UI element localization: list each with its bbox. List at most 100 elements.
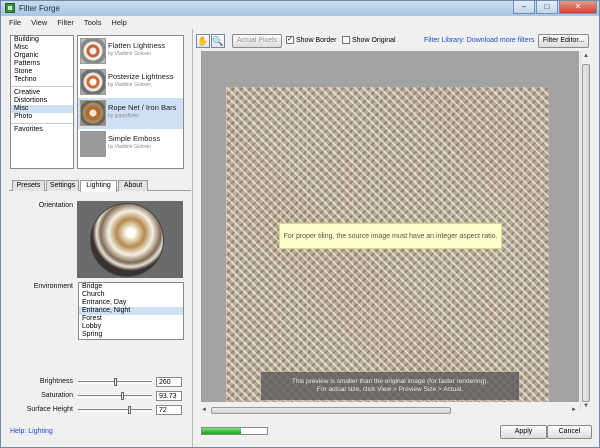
zoom-tool-icon[interactable]: 🔍 <box>211 34 225 48</box>
show-original-checkbox[interactable]: Show Original <box>342 36 396 44</box>
filter-editor-button[interactable]: Filter Editor... <box>538 34 589 48</box>
category-item-selected[interactable]: Misc <box>11 105 73 113</box>
saturation-slider-thumb[interactable] <box>121 392 124 400</box>
tab-settings[interactable]: Settings <box>46 180 79 191</box>
checkbox-box: ✓ <box>286 36 294 44</box>
tab-about[interactable]: About <box>118 180 148 191</box>
filter-author: by Vladimir Golovin <box>108 82 152 88</box>
horizontal-scrollbar[interactable]: ◄ ► <box>201 406 579 415</box>
window-controls: – □ ✕ <box>513 1 597 15</box>
category-divider <box>11 86 73 87</box>
brightness-slider-thumb[interactable] <box>114 378 117 386</box>
saturation-slider[interactable] <box>78 392 152 400</box>
close-button[interactable]: ✕ <box>559 1 597 14</box>
environment-item[interactable]: Bridge <box>79 283 183 291</box>
category-item[interactable]: Misc <box>11 44 73 52</box>
scroll-down-icon[interactable]: ▼ <box>583 403 589 409</box>
filter-library-link[interactable]: Filter Library: Download more filters <box>424 37 534 44</box>
category-item[interactable]: Photo <box>11 113 73 121</box>
tiling-tooltip: For proper tiling, the source image must… <box>279 223 502 249</box>
scroll-right-icon[interactable]: ► <box>571 407 577 413</box>
menu-filter[interactable]: Filter <box>57 16 74 29</box>
category-item[interactable]: Patterns <box>11 60 73 68</box>
filter-item[interactable]: Flatten Lightness by Vladimir Golovin <box>78 36 183 67</box>
minimize-button[interactable]: – <box>513 1 535 14</box>
orientation-label: Orientation <box>38 202 73 209</box>
tab-presets[interactable]: Presets <box>12 180 45 191</box>
filter-forge-icon <box>5 3 15 13</box>
actual-pixels-button[interactable]: Actual Pixels <box>232 34 282 48</box>
category-item[interactable]: Distortions <box>11 97 73 105</box>
filter-name: Posterize Lightness <box>108 72 174 81</box>
environment-item-selected[interactable]: Entrance, Night <box>79 307 183 315</box>
preview-info-line: This preview is smaller than the origina… <box>291 378 489 385</box>
menu-help[interactable]: Help <box>111 16 126 29</box>
category-item[interactable]: Building <box>11 36 73 44</box>
filter-thumbnail <box>80 69 106 95</box>
environment-ball[interactable] <box>90 203 164 277</box>
render-progress-fill <box>202 428 241 434</box>
settings-tabs: Presets Settings Lighting About <box>9 180 191 192</box>
category-item[interactable]: Techno <box>11 76 73 84</box>
surface-height-field[interactable]: 72 <box>156 405 182 415</box>
surface-height-label: Surface Height <box>26 406 73 413</box>
lighting-panel: Orientation Environment Bridge Church En… <box>1 191 192 431</box>
category-item[interactable]: Organic <box>11 52 73 60</box>
category-item[interactable]: Favorites <box>11 126 73 134</box>
surface-height-slider[interactable] <box>78 406 152 414</box>
filter-thumbnail <box>80 100 106 126</box>
vertical-scrollbar[interactable]: ▲ ▼ <box>580 51 590 411</box>
left-panel: Building Misc Organic Patterns Stone Tec… <box>1 29 193 447</box>
maximize-button[interactable]: □ <box>536 1 558 14</box>
environment-item[interactable]: Church <box>79 291 183 299</box>
brightness-field[interactable]: 260 <box>156 377 182 387</box>
brightness-slider[interactable] <box>78 378 152 386</box>
preview-info-line: For actual size, click View > Preview Si… <box>316 386 464 393</box>
cancel-button[interactable]: Cancel <box>547 425 592 439</box>
render-progress-bar <box>201 427 268 435</box>
show-border-label: Show Border <box>296 36 337 44</box>
help-lighting-link[interactable]: Help: Lighting <box>10 428 53 435</box>
menu-bar: File View Filter Tools Help <box>1 16 599 29</box>
preview-info-banner: This preview is smaller than the origina… <box>261 372 519 400</box>
filter-author: by Vladimir Golovin <box>108 51 152 57</box>
environment-item[interactable]: Spring <box>79 331 183 339</box>
window-title: Filter Forge <box>19 4 60 13</box>
title-bar: Filter Forge – □ ✕ <box>1 1 599 16</box>
filter-thumbnail <box>80 38 106 64</box>
show-border-checkbox[interactable]: ✓ Show Border <box>286 36 336 44</box>
app-window: Filter Forge – □ ✕ File View Filter Tool… <box>0 0 600 448</box>
filter-thumbnail <box>80 131 106 157</box>
vertical-scroll-thumb[interactable] <box>582 64 590 402</box>
category-list: Building Misc Organic Patterns Stone Tec… <box>10 35 74 169</box>
saturation-field[interactable]: 93.73 <box>156 391 182 401</box>
surface-height-slider-thumb[interactable] <box>128 406 131 414</box>
hand-tool-icon[interactable]: ✋ <box>196 34 210 48</box>
horizontal-scroll-thumb[interactable] <box>211 407 451 414</box>
environment-item[interactable]: Entrance, Day <box>79 299 183 307</box>
scroll-left-icon[interactable]: ◄ <box>201 407 207 413</box>
menu-tools[interactable]: Tools <box>84 16 102 29</box>
menu-file[interactable]: File <box>9 16 21 29</box>
category-item[interactable]: Creative <box>11 89 73 97</box>
menu-view[interactable]: View <box>31 16 47 29</box>
category-divider <box>11 123 73 124</box>
environment-item[interactable]: Lobby <box>79 323 183 331</box>
filter-author: by gypsyflyter <box>108 113 139 119</box>
environment-item[interactable]: Forest <box>79 315 183 323</box>
scroll-up-icon[interactable]: ▲ <box>583 53 589 59</box>
filter-name: Flatten Lightness <box>108 41 166 50</box>
environment-label: Environment <box>33 283 73 290</box>
filter-list: Flatten Lightness by Vladimir Golovin Po… <box>77 35 184 169</box>
filter-item[interactable]: Simple Emboss by Vladimir Golovin <box>78 129 183 160</box>
environment-list: Bridge Church Entrance, Day Entrance, Ni… <box>78 282 184 340</box>
filter-name: Rope Net / Iron Bars <box>108 103 177 112</box>
saturation-label: Saturation <box>41 392 73 399</box>
filter-item-selected[interactable]: Rope Net / Iron Bars by gypsyflyter <box>78 98 183 129</box>
orientation-sphere[interactable] <box>77 201 183 278</box>
apply-button[interactable]: Apply <box>500 425 547 439</box>
filter-author: by Vladimir Golovin <box>108 144 152 150</box>
filter-item[interactable]: Posterize Lightness by Vladimir Golovin <box>78 67 183 98</box>
brightness-label: Brightness <box>39 378 73 385</box>
category-item[interactable]: Stone <box>11 68 73 76</box>
